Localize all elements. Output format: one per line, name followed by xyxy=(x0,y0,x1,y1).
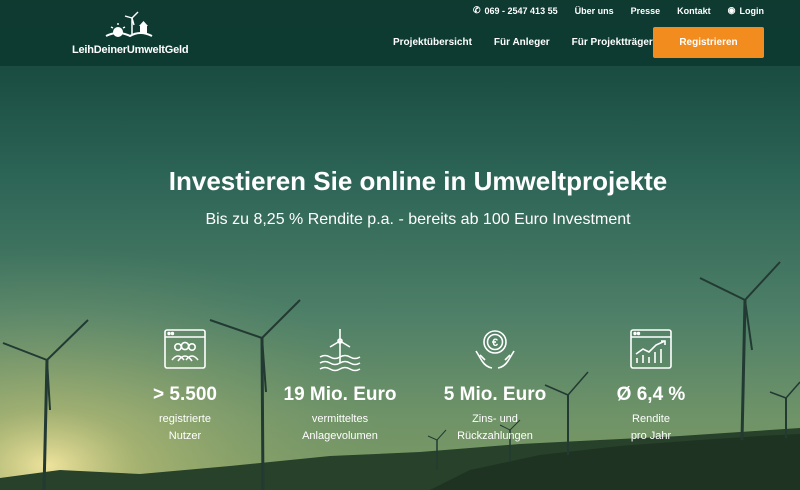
utility-link-presse[interactable]: Presse xyxy=(631,6,661,16)
wind-turbine-icon xyxy=(319,329,361,372)
stat-volume-label: vermitteltes Anlagevolumen xyxy=(265,411,415,445)
nav-item-fuer-anleger[interactable]: Für Anleger xyxy=(494,37,550,48)
growth-chart-icon xyxy=(630,329,672,369)
main-nav: Projektübersicht Für Anleger Für Projekt… xyxy=(393,37,653,48)
stat-users-label-line1: registrierte xyxy=(159,413,211,425)
phone-link[interactable]: ✆ 069 - 2547 413 55 xyxy=(473,5,558,16)
user-icon: ◉ xyxy=(727,5,736,15)
site-header: LeihDeinerUmweltGeld ✆ 069 - 2547 413 55… xyxy=(0,0,800,66)
hero-subtitle: Bis zu 8,25 % Rendite p.a. - bereits ab … xyxy=(205,211,631,228)
stat-repayments-label-line2: Rückzahlungen xyxy=(457,430,533,442)
brand-name: LeihDeinerUmweltGeld xyxy=(72,44,189,56)
hero-title: Investieren Sie online in Umweltprojekte xyxy=(168,166,668,196)
nav-item-fuer-projekttraeger[interactable]: Für Projektträger xyxy=(572,37,653,48)
phone-icon: ✆ xyxy=(472,5,481,15)
logo-wind-sun-icon xyxy=(105,11,153,38)
brand-logo[interactable]: LeihDeinerUmweltGeld xyxy=(72,10,189,58)
stat-return-label-line2: pro Jahr xyxy=(630,430,672,442)
stat-volume-label-line1: vermitteltes xyxy=(311,413,369,425)
stat-return-value: Ø 6,4 % xyxy=(616,384,686,405)
login-link[interactable]: ◉ Login xyxy=(728,5,764,16)
stat-repayments-value: 5 Mio. Euro xyxy=(443,384,547,405)
users-browser-icon xyxy=(164,329,206,369)
stat-users-value: > 5.500 xyxy=(153,384,217,405)
register-button[interactable]: Registrieren xyxy=(653,27,764,58)
euro-coin-hands-icon: € xyxy=(475,330,515,369)
stat-volume-label-line2: Anlagevolumen xyxy=(302,430,378,442)
stat-return-label-line1: Rendite xyxy=(632,413,670,425)
utility-link-kontakt[interactable]: Kontakt xyxy=(677,6,711,16)
stat-repayments-label-line1: Zins- und xyxy=(472,413,518,425)
stat-volume: 19 Mio. Euro vermitteltes Anlagevolumen xyxy=(265,327,415,445)
svg-text:€: € xyxy=(492,337,498,349)
stat-users-label-line2: Nutzer xyxy=(168,430,202,442)
stat-users-label: registrierte Nutzer xyxy=(110,411,260,445)
stat-repayments-label: Zins- und Rückzahlungen xyxy=(420,411,570,445)
stat-volume-value: 19 Mio. Euro xyxy=(283,384,397,405)
utility-bar: ✆ 069 - 2547 413 55 Über uns Presse Kont… xyxy=(473,5,764,16)
stat-return: Ø 6,4 % Rendite pro Jahr xyxy=(576,327,726,445)
login-label: Login xyxy=(739,5,765,16)
nav-item-projektuebersicht[interactable]: Projektübersicht xyxy=(393,37,472,48)
stat-return-label: Rendite pro Jahr xyxy=(576,411,726,445)
utility-link-ueber-uns[interactable]: Über uns xyxy=(575,6,614,16)
stat-repayments: € 5 Mio. Euro Zins- und Rückzahlungen xyxy=(420,327,570,445)
stat-users: > 5.500 registrierte Nutzer xyxy=(110,327,260,445)
phone-number: 069 - 2547 413 55 xyxy=(484,5,558,16)
